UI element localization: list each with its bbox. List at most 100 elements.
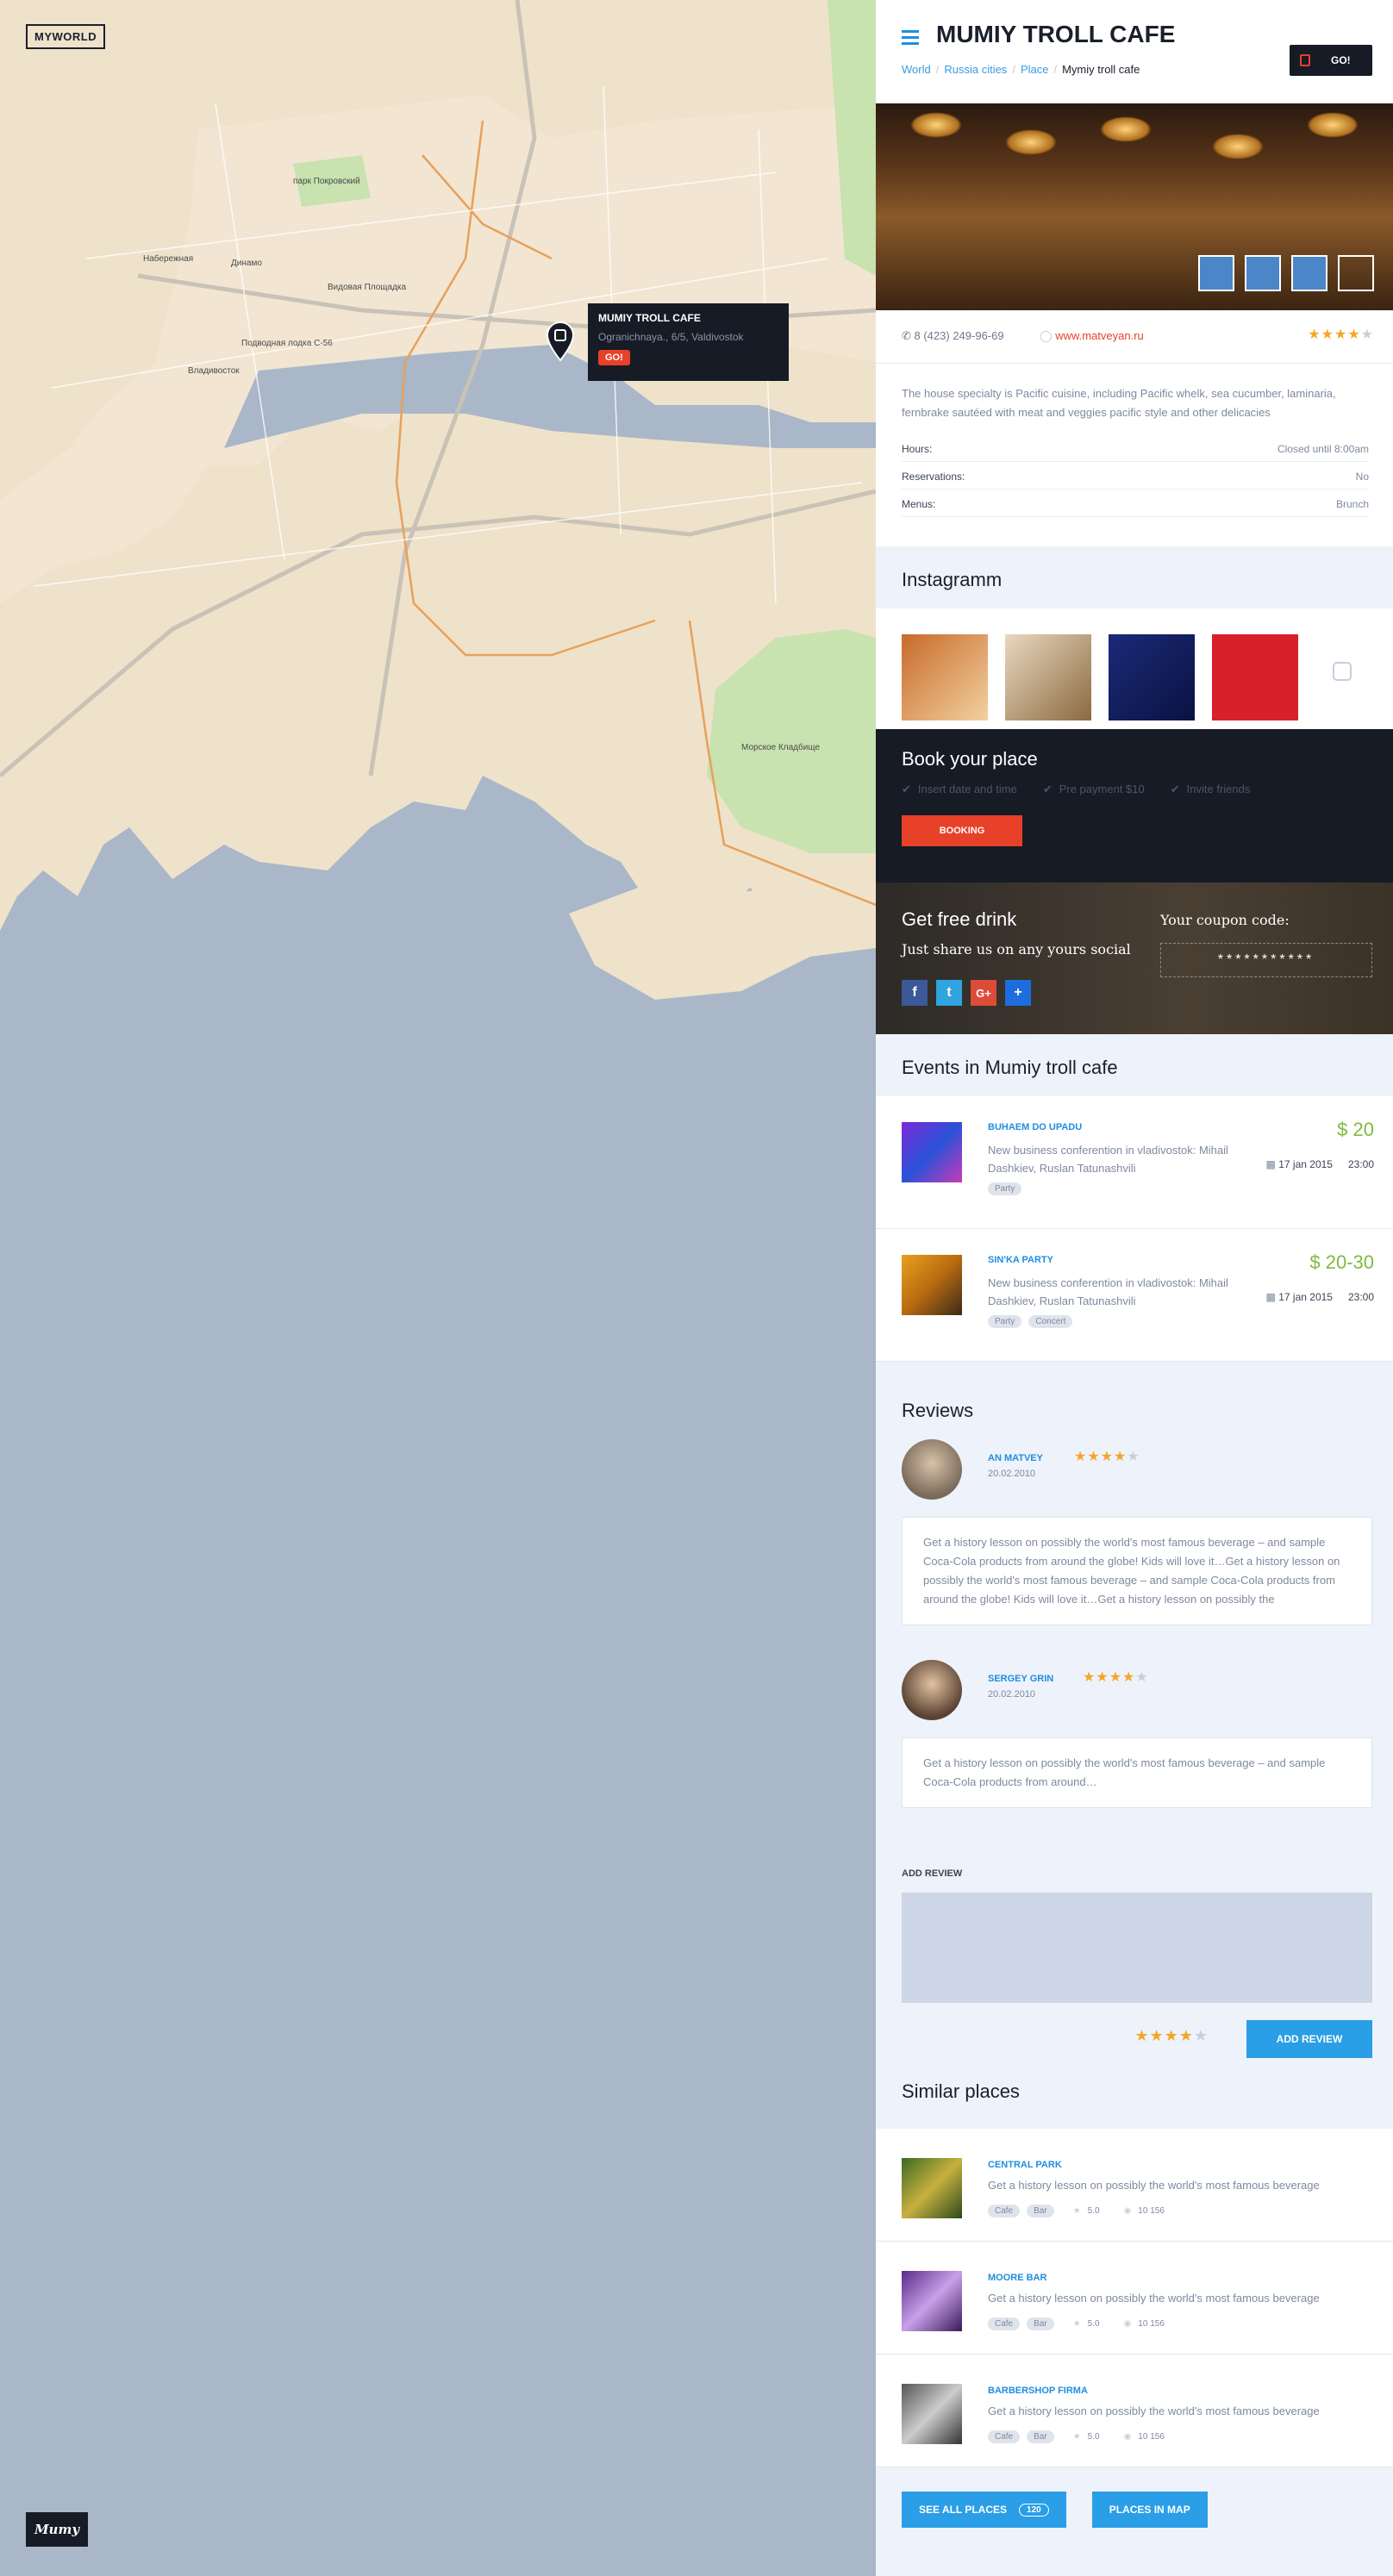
event-tag[interactable]: Party (988, 1182, 1022, 1195)
similar-tag[interactable]: Bar (1027, 2317, 1054, 2330)
review-header: SERGEY GRIN 20.02.2010 ★★★★★ (902, 1660, 1372, 1737)
thumbnail[interactable] (1198, 255, 1234, 291)
event-tag[interactable]: Party (988, 1315, 1022, 1328)
booking-option: Insert date and time (902, 783, 1017, 796)
star-icon: ★ (1072, 2319, 1081, 2329)
similar-image (902, 2158, 962, 2218)
thumbnail[interactable] (1291, 255, 1327, 291)
views-icon: ◉ (1123, 2206, 1132, 2216)
booking-title: Book your place (902, 748, 1038, 770)
views-icon: ◉ (1123, 2319, 1132, 2329)
review-date: 20.02.2010 (988, 1689, 1036, 1700)
similar-tag[interactable]: Bar (1027, 2430, 1054, 2443)
similar-tag[interactable]: Cafe (988, 2430, 1021, 2443)
popup-go-button[interactable]: GO! (598, 350, 630, 365)
description-text: The house specialty is Pacific cuisine, … (902, 387, 1336, 419)
contact-bar: ✆ 8 (423) 249-96-69 ◯ www.matveyan.ru ★★… (876, 310, 1393, 364)
similar-tag[interactable]: Cafe (988, 2317, 1021, 2330)
map-pin-icon[interactable] (546, 321, 575, 362)
share-plus-icon[interactable]: + (1005, 980, 1031, 1006)
app-logo[interactable]: MYWORLD (26, 24, 106, 49)
review-rating: ★★★★★ (1074, 1450, 1140, 1464)
similar-image (902, 2384, 962, 2444)
booking-section: Book your place Insert date and time Pre… (876, 729, 1393, 883)
similar-name[interactable]: MOORE BAR (988, 2273, 1046, 2283)
review-text: Get a history lesson on possibly the wor… (902, 1517, 1372, 1625)
similar-views: 10 156 (1138, 2206, 1165, 2216)
star-icon: ★ (1072, 2432, 1081, 2442)
reviewer-name[interactable]: AN MATVEY (988, 1453, 1043, 1463)
event-name[interactable]: BUHAEM DO UPADU (988, 1122, 1082, 1132)
map[interactable]: MYWORLD Набережная Динамо Видовая Площад… (0, 0, 876, 2576)
see-all-places-button[interactable]: SEE ALL PLACES 120 (902, 2492, 1066, 2528)
google-plus-icon[interactable]: G+ (971, 980, 996, 1006)
booking-option: Invite friends (1171, 783, 1251, 796)
similar-item[interactable]: MOORE BAR Get a history lesson on possib… (876, 2242, 1393, 2355)
instagram-photo[interactable] (1005, 634, 1091, 720)
breadcrumb-place[interactable]: Place (1021, 63, 1049, 76)
footer-logo[interactable]: Mumy (26, 2512, 88, 2547)
avatar (902, 1439, 962, 1500)
instagram-photo[interactable] (1212, 634, 1298, 720)
social-buttons: f t G+ + (902, 980, 1031, 1006)
website-link[interactable]: ◯ www.matveyan.ru (1040, 329, 1144, 343)
similar-tag[interactable]: Cafe (988, 2205, 1021, 2217)
star-icon: ★ (1072, 2206, 1081, 2216)
breadcrumb-current: Mymiy troll cafe (1062, 63, 1140, 76)
similar-item[interactable]: CENTRAL PARK Get a history lesson on pos… (876, 2129, 1393, 2242)
drink-title: Get free drink (902, 908, 1017, 930)
similar-views: 10 156 (1138, 2319, 1165, 2329)
similar-tag[interactable]: Bar (1027, 2205, 1054, 2217)
places-in-map-button[interactable]: PLACES IN MAP (1091, 2492, 1208, 2528)
booking-button[interactable]: BOOKING (902, 815, 1022, 846)
info-row-menus: Menus: Brunch (902, 495, 1369, 517)
instagram-photo[interactable] (1109, 634, 1195, 720)
menu-icon[interactable] (902, 30, 919, 48)
coupon-code[interactable]: *********** (1160, 943, 1372, 977)
similar-title: Similar places (902, 2080, 1020, 2102)
thumbnail[interactable] (1338, 255, 1374, 291)
go-button[interactable]: GO! (1290, 45, 1372, 76)
place-panel: MUMIY TROLL CAFE World / Russia cities / Pla… (876, 0, 1393, 2576)
similar-name[interactable]: BARBERSHOP FIRMA (988, 2386, 1088, 2396)
event-name[interactable]: SIN'KA PARTY (988, 1255, 1053, 1265)
go-label: GO! (1331, 54, 1351, 66)
map-label: Динамо (231, 259, 262, 268)
add-review-button[interactable]: ADD REVIEW (1246, 2020, 1372, 2058)
event-item[interactable]: SIN'KA PARTY New business conferention i… (876, 1229, 1393, 1362)
map-label: Подводная лодка С-56 (241, 339, 333, 348)
map-popup[interactable]: MUMIY TROLL CAFE Ogranichnaya., 6/5, Val… (588, 303, 789, 381)
similar-views: 10 156 (1138, 2432, 1165, 2442)
review-date: 20.02.2010 (988, 1469, 1036, 1479)
thumbnail[interactable] (1245, 255, 1281, 291)
review-textarea[interactable] (902, 1893, 1372, 2003)
panel-header: MUMIY TROLL CAFE World / Russia cities / Pla… (876, 0, 1393, 103)
phone-number[interactable]: ✆ 8 (423) 249-96-69 (902, 329, 1004, 343)
similar-name[interactable]: CENTRAL PARK (988, 2160, 1062, 2170)
phone-icon (1300, 54, 1310, 66)
reviewer-name[interactable]: SERGEY GRIN (988, 1674, 1053, 1684)
instagram-icon[interactable] (1333, 662, 1352, 681)
views-icon: ◉ (1123, 2432, 1132, 2442)
similar-item[interactable]: BARBERSHOP FIRMA Get a history lesson on… (876, 2355, 1393, 2467)
review-rating: ★★★★★ (1083, 1670, 1149, 1685)
map-label: Владивосток (188, 366, 240, 376)
place-description: The house specialty is Pacific cuisine, … (876, 364, 1393, 546)
instagram-photo[interactable] (902, 634, 988, 720)
place-photo (876, 103, 1393, 310)
breadcrumb-russia-cities[interactable]: Russia cities (944, 63, 1007, 76)
twitter-icon[interactable]: t (936, 980, 962, 1006)
popup-address: Ogranichnaya., 6/5, Valdivostok (598, 331, 744, 343)
place-rating: ★★★★★ (1308, 327, 1374, 342)
review-text: Get a history lesson on possibly the wor… (902, 1737, 1372, 1808)
event-item[interactable]: BUHAEM DO UPADU New business conferentio… (876, 1096, 1393, 1229)
breadcrumb-world[interactable]: World (902, 63, 931, 76)
facebook-icon[interactable]: f (902, 980, 928, 1006)
similar-rating: 5.0 (1087, 2432, 1100, 2442)
event-tag[interactable]: Concert (1028, 1315, 1073, 1328)
calendar-icon: ▩ (1265, 1158, 1276, 1170)
new-review-rating[interactable]: ★★★★★ (1134, 2027, 1209, 2045)
add-review-actions: ★★★★★ ADD REVIEW (902, 2003, 1372, 2080)
photo-thumbnails (1198, 255, 1374, 291)
event-datetime: ▩ 17 jan 2015 23:00 (1265, 1291, 1374, 1303)
